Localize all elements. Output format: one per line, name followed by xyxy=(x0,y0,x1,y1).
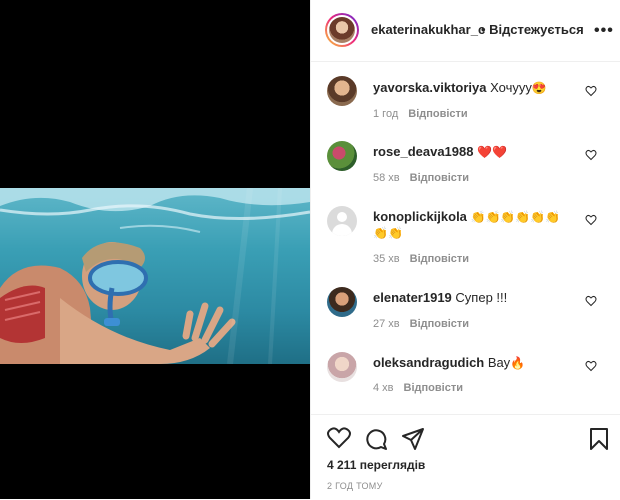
post-media xyxy=(0,0,310,499)
reply-link[interactable]: Відповісти xyxy=(410,318,469,330)
reply-link[interactable]: Відповісти xyxy=(410,172,469,184)
comment-time: 27 хв xyxy=(373,318,400,330)
comment-emoji: 👏👏👏👏👏👏 xyxy=(470,210,561,224)
heart-icon[interactable] xyxy=(327,427,351,449)
comment-username[interactable]: oleksandragudich xyxy=(373,355,484,370)
post-photo[interactable] xyxy=(0,188,310,364)
comment-time: 35 хв xyxy=(373,253,400,265)
post-side-panel: ekaterinakukhar_c • Відстежується ••• ya… xyxy=(310,0,620,499)
view-count[interactable]: 4 211 переглядів xyxy=(327,458,425,472)
comment-body: Вау xyxy=(487,355,511,370)
like-comment-heart-icon[interactable] xyxy=(585,85,597,97)
reply-link[interactable]: Відповісти xyxy=(410,253,469,265)
comment-body: Супер !!! xyxy=(455,290,508,305)
commenter-avatar[interactable] xyxy=(327,141,357,171)
commenter-avatar[interactable] xyxy=(327,287,357,317)
comment-username[interactable]: konoplickijkola xyxy=(373,209,467,224)
like-comment-heart-icon[interactable] xyxy=(585,149,597,161)
comment-emoji: ❤️❤️ xyxy=(477,145,507,159)
author-avatar[interactable] xyxy=(325,13,359,47)
comment-username[interactable]: yavorska.viktoriya xyxy=(373,80,486,95)
share-icon[interactable] xyxy=(401,427,425,451)
reply-link[interactable]: Відповісти xyxy=(408,108,467,120)
post-timestamp: 2 ГОД ТОМУ xyxy=(327,481,383,491)
underwater-photo-illustration xyxy=(0,188,310,364)
comment-time: 4 хв xyxy=(373,382,394,394)
author-username[interactable]: ekaterinakukhar_c xyxy=(371,22,485,37)
bookmark-icon[interactable] xyxy=(589,427,609,451)
comment-body: Хочууу xyxy=(490,80,532,95)
comment-icon[interactable] xyxy=(364,427,388,451)
comment-username[interactable]: rose_deava1988 xyxy=(373,144,473,159)
commenter-avatar-placeholder[interactable] xyxy=(327,206,357,236)
comment-time: 58 хв xyxy=(373,172,400,184)
comment-username[interactable]: elenater1919 xyxy=(373,290,452,305)
post-header: ekaterinakukhar_c • Відстежується ••• xyxy=(311,0,620,62)
commenter-avatar[interactable] xyxy=(327,76,357,106)
comment-time: 1 год xyxy=(373,108,399,120)
like-comment-heart-icon[interactable] xyxy=(585,295,597,307)
following-status[interactable]: • Відстежується xyxy=(481,22,584,37)
commenter-avatar[interactable] xyxy=(327,352,357,382)
reply-link[interactable]: Відповісти xyxy=(404,382,463,394)
more-options-icon[interactable]: ••• xyxy=(594,22,614,40)
comment-emoji: 🔥 xyxy=(510,356,526,370)
comment-emoji-continued: 👏👏 xyxy=(373,226,403,240)
like-comment-heart-icon[interactable] xyxy=(585,214,597,226)
like-comment-heart-icon[interactable] xyxy=(585,360,597,372)
comment-emoji: 😍 xyxy=(531,81,547,95)
